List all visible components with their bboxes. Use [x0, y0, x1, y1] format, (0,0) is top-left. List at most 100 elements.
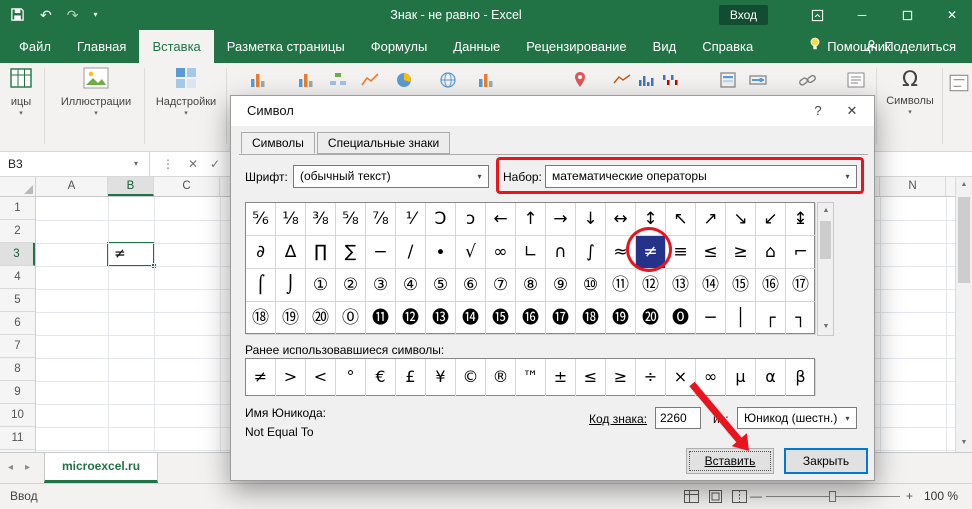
symbol-cell[interactable]: ⑦	[486, 269, 516, 302]
ribbon-tab[interactable]: Данные	[440, 30, 513, 63]
formula-bar-handle-icon[interactable]: ⋮	[162, 152, 174, 176]
symbol-cell[interactable]: ③	[366, 269, 396, 302]
symbol-cell[interactable]: ⓯	[486, 302, 516, 335]
symbol-cell[interactable]: ⓬	[396, 302, 426, 335]
symbol-cell[interactable]: ∞	[486, 236, 516, 269]
maximize-button[interactable]	[887, 0, 927, 30]
symbol-cell[interactable]: ⑫	[636, 269, 666, 302]
row-header[interactable]: 4	[0, 266, 35, 289]
sheet-nav-right-icon[interactable]: ▸	[25, 453, 30, 483]
symbol-cell[interactable]: →	[546, 203, 576, 236]
pivot-chart-icon[interactable]	[476, 70, 498, 92]
font-select[interactable]: (обычный текст) ▾	[293, 165, 489, 188]
symbol-cell[interactable]: ↖	[666, 203, 696, 236]
symbol-cell[interactable]: ≥	[726, 236, 756, 269]
recent-symbol-cell[interactable]: α	[756, 359, 786, 396]
sheet-tab[interactable]: microexcel.ru	[44, 453, 158, 483]
ribbon-tab[interactable]: Разметка страницы	[214, 30, 358, 63]
symbol-cell[interactable]: ⓳	[606, 302, 636, 335]
close-button[interactable]: ✕	[932, 0, 972, 30]
symbol-cell[interactable]: ∩	[546, 236, 576, 269]
row-header[interactable]: 9	[0, 381, 35, 404]
slicer-icon[interactable]	[718, 70, 740, 92]
symbol-cell[interactable]: ⑨	[546, 269, 576, 302]
symbol-cell[interactable]: ─	[696, 302, 726, 335]
symbol-cell[interactable]: √	[456, 236, 486, 269]
scroll-down-icon[interactable]: ▼	[956, 435, 972, 451]
symbol-cell[interactable]: ∫	[576, 236, 606, 269]
save-icon[interactable]	[10, 7, 25, 24]
insert-button[interactable]: Вставить	[686, 448, 774, 474]
symbol-cell[interactable]: ⌂	[756, 236, 786, 269]
redo-icon[interactable]: ↷	[67, 8, 79, 22]
zoom-out-icon[interactable]: —	[750, 484, 762, 509]
symbol-cell[interactable]: ⑩	[576, 269, 606, 302]
symbol-cell[interactable]: ⑳	[306, 302, 336, 335]
symbol-cell[interactable]: ↔	[606, 203, 636, 236]
symbol-cell[interactable]: ⑲	[276, 302, 306, 335]
page-layout-view-icon[interactable]	[708, 490, 723, 504]
recent-symbol-cell[interactable]: ±	[546, 359, 576, 396]
winloss-sparkline-icon[interactable]	[660, 70, 682, 92]
hierarchy-chart-icon[interactable]	[328, 70, 350, 92]
pie-chart-icon[interactable]	[394, 70, 416, 92]
row-header[interactable]: 2	[0, 220, 35, 243]
symbol-cell[interactable]: ⑤	[426, 269, 456, 302]
symbol-cell[interactable]: ⑪	[606, 269, 636, 302]
sign-in-button[interactable]: Вход	[719, 5, 768, 25]
column-header[interactable]: C	[154, 177, 220, 196]
char-code-input[interactable]	[655, 407, 701, 429]
row-header[interactable]: 7	[0, 335, 35, 358]
text-box-icon[interactable]	[948, 72, 970, 94]
ribbon-tab[interactable]: Справка	[689, 30, 766, 63]
ribbon-tab[interactable]: Вставка	[139, 30, 213, 63]
recent-symbol-cell[interactable]: >	[276, 359, 306, 396]
tab-special-characters[interactable]: Специальные знаки	[317, 132, 450, 154]
symbol-cell[interactable]: ⑬	[666, 269, 696, 302]
name-box-caret-icon[interactable]: ▾	[134, 152, 138, 176]
ribbon-tab[interactable]: Главная	[64, 30, 139, 63]
symbol-cell[interactable]: ∕	[396, 236, 426, 269]
symbol-scroll-thumb[interactable]	[820, 221, 831, 259]
ribbon-tab[interactable]: Файл	[6, 30, 64, 63]
symbol-cell[interactable]: Ↄ	[426, 203, 456, 236]
symbol-cell[interactable]: ⅚	[246, 203, 276, 236]
symbol-cell[interactable]: ∙	[426, 236, 456, 269]
selected-cell[interactable]: ≠	[107, 242, 155, 267]
undo-icon[interactable]: ↶	[40, 8, 52, 22]
recent-symbol-cell[interactable]: ™	[516, 359, 546, 396]
symbol-cell[interactable]: ┐	[786, 302, 816, 335]
symbol-cell[interactable]: ⑯	[756, 269, 786, 302]
symbol-cell[interactable]: ∟	[516, 236, 546, 269]
symbol-cell[interactable]: │	[726, 302, 756, 335]
cancel-icon[interactable]: ✕	[188, 152, 198, 176]
maps-icon[interactable]	[438, 70, 460, 92]
vertical-scrollbar[interactable]: ▲ ▼	[955, 177, 972, 452]
symbol-cell[interactable]: ⓲	[576, 302, 606, 335]
symbol-cell[interactable]: −	[366, 236, 396, 269]
close-button-dialog[interactable]: Закрыть	[784, 448, 868, 474]
symbol-cell[interactable]: ↘	[726, 203, 756, 236]
row-header[interactable]: 3	[0, 243, 35, 266]
text-box-icon[interactable]	[846, 70, 868, 92]
symbol-cell[interactable]: ⅜	[306, 203, 336, 236]
ribbon-display-options-icon[interactable]	[797, 0, 837, 30]
symbol-cell[interactable]: ←	[486, 203, 516, 236]
symbol-cell[interactable]: ∑	[336, 236, 366, 269]
symbol-cell[interactable]: ④	[396, 269, 426, 302]
symbol-cell[interactable]: ↓	[576, 203, 606, 236]
symbol-cell[interactable]: ⓱	[546, 302, 576, 335]
page-break-view-icon[interactable]	[732, 490, 747, 504]
line-chart-icon[interactable]	[360, 70, 382, 92]
symbol-cell[interactable]: ⓿	[666, 302, 696, 335]
symbol-cell[interactable]: ≤	[696, 236, 726, 269]
recent-symbol-cell[interactable]: ¥	[426, 359, 456, 396]
symbol-cell[interactable]: ⓰	[516, 302, 546, 335]
symbol-cell[interactable]: ↄ	[456, 203, 486, 236]
vertical-scroll-thumb[interactable]	[958, 197, 970, 283]
scroll-up-icon[interactable]: ▲	[818, 203, 834, 219]
symbol-cell[interactable]: ↗	[696, 203, 726, 236]
symbol-cell[interactable]: ⑭	[696, 269, 726, 302]
3d-map-icon[interactable]	[570, 70, 592, 92]
column-sparkline-icon[interactable]	[636, 70, 658, 92]
